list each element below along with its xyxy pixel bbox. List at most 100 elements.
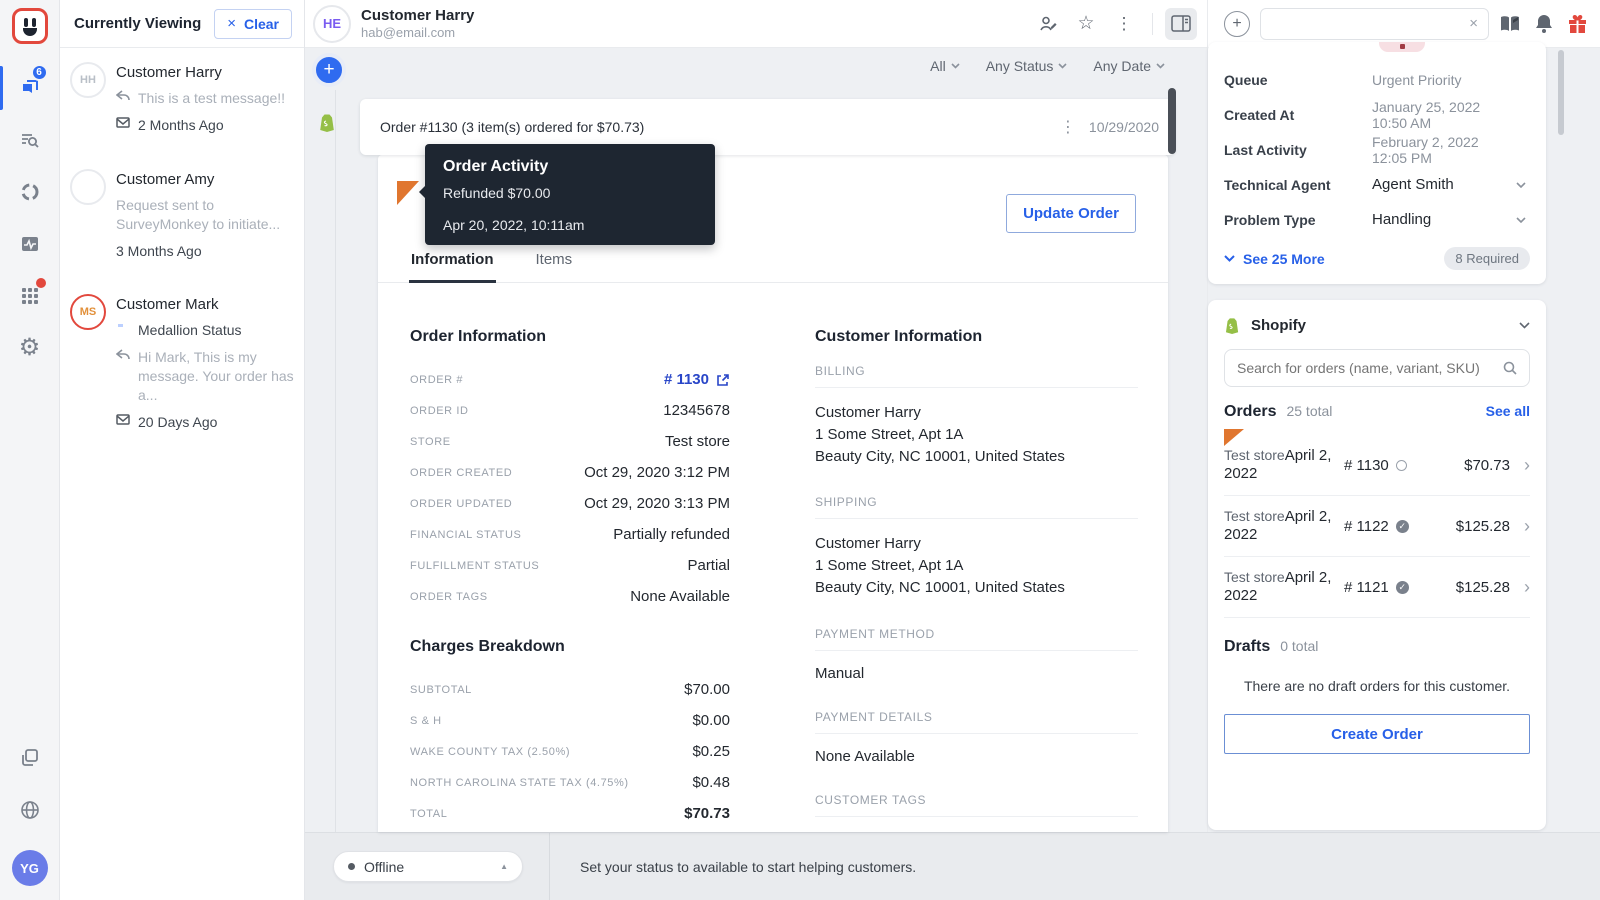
order-row-1121[interactable]: Test storeApril 2, 2022 # 1121✓ $125.28 … [1224, 557, 1530, 618]
shipping-address: Customer Harry 1 Some Street, Apt 1A Bea… [815, 533, 1138, 598]
chevron-down-icon [1156, 63, 1165, 69]
see-more-button[interactable]: See 25 More [1224, 251, 1325, 267]
clear-button[interactable]: × Clear [214, 9, 292, 39]
payment-details-label: PAYMENT DETAILS [815, 710, 1138, 734]
sidebar-item-automation[interactable] [0, 166, 60, 218]
right-sidebar: + × Queue [1207, 0, 1600, 832]
reply-icon [116, 349, 130, 361]
sidebar-item-settings[interactable]: ⚙ [0, 322, 60, 374]
sidebar-item-language[interactable] [0, 784, 60, 836]
update-order-button[interactable]: Update Order [1006, 194, 1136, 233]
status-bar: Offline ▲ Set your status to available t… [305, 832, 1600, 900]
drafts-count: 0 total [1280, 638, 1530, 654]
main-area: HE Customer Harry hab@email.com ☆ ⋮ [305, 0, 1600, 900]
sidebar-item-search[interactable] [0, 114, 60, 166]
status-selector[interactable]: Offline ▲ [333, 851, 523, 882]
property-row-problem[interactable]: Problem Type Handling [1224, 202, 1530, 237]
field-row: FULFILLMENT STATUSPartial [410, 550, 730, 581]
add-button[interactable]: + [312, 53, 346, 87]
chevron-down-icon [951, 63, 960, 69]
field-row: ORDER UPDATEDOct 29, 2020 3:13 PM [410, 488, 730, 519]
sidebar-body: Queue Urgent Priority Created At January… [1208, 48, 1600, 832]
billing-address: Customer Harry 1 Some Street, Apt 1A Bea… [815, 402, 1138, 467]
assign-agent-icon[interactable] [1032, 8, 1064, 40]
shopify-event-icon [318, 112, 337, 133]
tag-pill[interactable] [1379, 42, 1425, 52]
order-search[interactable] [1224, 349, 1530, 387]
shopify-card: Shopify Orders 25 total See all [1208, 300, 1546, 830]
currently-viewing-panel: Currently Viewing × Clear HH Customer Ha… [60, 0, 305, 900]
icon-rail: 6 ⚙ YG [0, 0, 60, 900]
tooltip-date: Apr 20, 2022, 10:11am [443, 217, 697, 233]
sidebar-scrollbar[interactable] [1558, 50, 1564, 135]
customer-name: Customer Harry [116, 64, 294, 81]
sidebar-item-tickets[interactable]: 6 [0, 62, 60, 114]
tooltip-title: Order Activity [443, 158, 697, 176]
customer-list: HH Customer Harry This is a test message… [60, 48, 304, 900]
order-number-link[interactable]: # 1130 [664, 371, 730, 388]
order-search-input[interactable] [1237, 360, 1495, 376]
gorgias-logo-icon[interactable] [12, 8, 48, 44]
copy-windows-icon [19, 747, 41, 769]
status-message: Set your status to available to start he… [580, 859, 916, 875]
order-more-icon[interactable]: ⋮ [1055, 117, 1081, 137]
user-avatar[interactable]: YG [12, 850, 48, 886]
medallion-status: Medallion Status [138, 321, 242, 340]
see-all-link[interactable]: See all [1486, 403, 1530, 419]
order-row-1122[interactable]: Test storeApril 2, 2022 # 1122✓ $125.28 … [1224, 496, 1530, 557]
customer-topbar: HE Customer Harry hab@email.com ☆ ⋮ [305, 0, 1207, 48]
order-amount: $125.28 [1436, 579, 1510, 596]
more-options-icon[interactable]: ⋮ [1108, 8, 1140, 40]
last-activity-time: 3 Months Ago [116, 242, 202, 261]
feed-scrollbar[interactable] [1168, 88, 1176, 154]
sidebar-search-input[interactable] [1271, 16, 1463, 31]
offline-dot-icon [348, 863, 355, 870]
filter-status[interactable]: Any Status [986, 58, 1068, 74]
clear-search-icon[interactable]: × [1469, 15, 1478, 32]
chevron-down-icon [1224, 255, 1235, 262]
sidebar-item-apps[interactable] [0, 270, 60, 322]
order-row-1130[interactable]: Test storeApril 2, 2022 # 1130 $70.73 › [1224, 427, 1530, 496]
avatar: HH [70, 62, 106, 98]
bell-icon[interactable] [1535, 14, 1553, 34]
orders-title: Orders [1224, 403, 1276, 421]
mail-icon [116, 414, 130, 425]
property-row-agent[interactable]: Technical Agent Agent Smith [1224, 167, 1530, 202]
star-icon[interactable]: ☆ [1070, 8, 1102, 40]
filter-date[interactable]: Any Date [1093, 58, 1165, 74]
sidebar-toggle-icon[interactable] [1165, 8, 1197, 40]
order-number: # 1121✓ [1344, 579, 1430, 596]
mail-icon [116, 117, 130, 128]
order-info-column: Order Information ORDER # # 1130 ORDER I… [410, 283, 730, 832]
tab-information[interactable]: Information [409, 245, 496, 283]
field-row: ORDER TAGSNone Available [410, 581, 730, 612]
globe-icon [19, 799, 41, 821]
avatar [70, 169, 106, 205]
order-detail-panel: Update Order Information Items Order Inf… [378, 155, 1168, 832]
gift-icon[interactable] [1567, 13, 1588, 34]
sidebar-item-statistics[interactable] [0, 218, 60, 270]
order-store: Test store [1224, 447, 1285, 463]
list-item-customer-amy[interactable]: Customer Amy Request sent to SurveyMonke… [70, 169, 294, 269]
close-icon: × [227, 15, 236, 32]
filter-all[interactable]: All [930, 58, 960, 74]
list-item-customer-mark[interactable]: MS Customer Mark Medallion Status Hi Mar… [70, 294, 294, 439]
feed-filters: All Any Status Any Date [930, 58, 1165, 74]
last-message: Request sent to SurveyMonkey to initiate… [116, 196, 294, 234]
list-item-customer-harry[interactable]: HH Customer Harry This is a test message… [70, 62, 294, 143]
order-store: Test store [1224, 569, 1285, 585]
sidebar-item-windows[interactable] [0, 732, 60, 784]
tab-items[interactable]: Items [534, 245, 575, 282]
sidebar-search[interactable]: × [1260, 8, 1489, 40]
customer-info-column: Customer Information BILLING Customer Ha… [815, 283, 1138, 832]
status-label: Offline [364, 859, 491, 875]
search-list-icon [18, 128, 42, 152]
create-order-button[interactable]: Create Order [1224, 714, 1530, 754]
knowledge-book-icon[interactable] [1499, 15, 1521, 33]
shopify-icon [1224, 316, 1241, 335]
chevron-down-icon[interactable] [1519, 322, 1530, 329]
plus-circle-icon[interactable]: + [1224, 11, 1250, 37]
flag-icon [1224, 429, 1244, 446]
customer-avatar: HE [313, 5, 351, 43]
billing-label: BILLING [815, 364, 1138, 388]
